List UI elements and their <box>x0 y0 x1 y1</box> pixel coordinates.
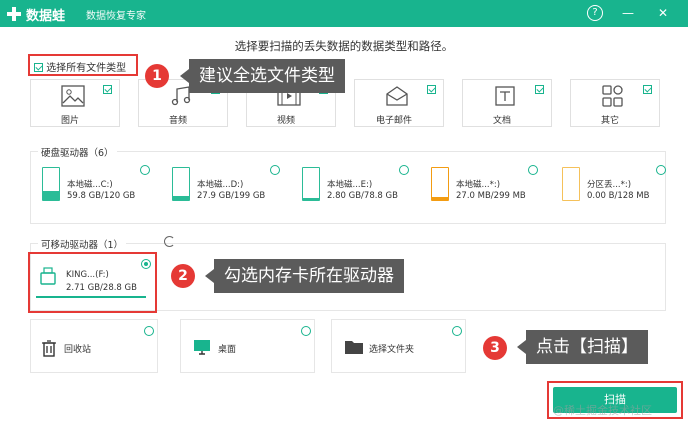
close-button[interactable]: ✕ <box>655 5 671 21</box>
checkbox-icon[interactable] <box>643 85 652 94</box>
step-badge-1: 1 <box>145 64 169 88</box>
file-type-email[interactable]: 电子邮件 <box>354 79 444 127</box>
annotation-callout-1: 建议全选文件类型 <box>180 59 345 93</box>
drive-icon <box>302 167 320 201</box>
location-radio[interactable] <box>301 326 311 336</box>
drive-name: 本地磁...*:) <box>456 180 501 190</box>
title-bar: 数据蛙 数据恢复专家 ? — ✕ <box>0 0 688 27</box>
drive-radio[interactable] <box>270 165 280 175</box>
drive-icon <box>562 167 580 201</box>
file-type-images[interactable]: 图片 <box>30 79 120 127</box>
highlight-box-removable <box>28 252 157 313</box>
file-type-label: 图片 <box>60 116 79 126</box>
others-icon <box>602 85 623 107</box>
refresh-icon[interactable] <box>164 236 175 247</box>
drive-size: 27.0 MB/299 MB <box>456 191 526 201</box>
file-type-label: 视频 <box>276 116 295 126</box>
drive-icon <box>172 167 190 201</box>
highlight-box-select-all <box>28 54 138 76</box>
location-label: 桌面 <box>218 345 237 355</box>
drive-size: 27.9 GB/199 GB <box>197 191 266 201</box>
file-type-label: 其它 <box>600 116 619 126</box>
logo-icon <box>7 7 21 21</box>
drive-radio[interactable] <box>399 165 409 175</box>
mail-icon <box>386 86 408 106</box>
drive-size: 2.80 GB/78.8 GB <box>327 191 398 201</box>
file-type-others[interactable]: 其它 <box>570 79 660 127</box>
drive-size: 59.8 GB/120 GB <box>67 191 136 201</box>
file-type-documents[interactable]: 文档 <box>462 79 552 127</box>
app-subtitle: 数据恢复专家 <box>86 11 146 22</box>
recycle-bin-icon <box>42 340 56 357</box>
drive-name: 本地磁...E:) <box>327 180 373 190</box>
app-name: 数据蛙 <box>26 9 66 24</box>
desktop-icon <box>194 340 210 355</box>
file-type-label: 音频 <box>168 116 187 126</box>
drive-name: 本地磁...C:) <box>67 180 113 190</box>
checkbox-icon[interactable] <box>535 85 544 94</box>
location-desktop[interactable]: 桌面 <box>180 319 315 373</box>
annotation-callout-3: 点击【扫描】 <box>517 330 648 364</box>
annotation-callout-2: 勾选内存卡所在驱动器 <box>205 259 404 293</box>
watermark: @稀土掘金技术社区 <box>553 404 652 417</box>
folder-icon <box>345 341 363 354</box>
help-button[interactable]: ? <box>587 5 603 21</box>
file-type-label: 文档 <box>492 116 511 126</box>
location-radio[interactable] <box>452 326 462 336</box>
step-badge-2: 2 <box>171 264 195 288</box>
drive-size: 0.00 B/128 MB <box>587 191 650 201</box>
drive-icon <box>431 167 449 201</box>
location-label: 回收站 <box>64 345 92 355</box>
image-icon <box>61 85 85 107</box>
file-type-label: 电子邮件 <box>375 116 412 126</box>
drive-name: 本地磁...D:) <box>197 180 244 190</box>
removable-title: 可移动驱动器（1） <box>38 237 127 251</box>
drive-icon <box>42 167 60 201</box>
location-radio[interactable] <box>144 326 154 336</box>
drive-name: 分区丢...*:) <box>587 180 632 190</box>
location-label: 选择文件夹 <box>369 345 415 355</box>
document-icon <box>495 86 515 106</box>
checkbox-icon[interactable] <box>103 85 112 94</box>
hard-drives-title: 硬盘驱动器（6） <box>38 145 117 159</box>
drive-radio[interactable] <box>656 165 666 175</box>
drive-radio[interactable] <box>528 165 538 175</box>
checkbox-icon[interactable] <box>427 85 436 94</box>
instruction-text: 选择要扫描的丢失数据的数据类型和路径。 <box>234 39 454 53</box>
location-recycle-bin[interactable]: 回收站 <box>30 319 158 373</box>
minimize-button[interactable]: — <box>620 5 636 21</box>
location-select-folder[interactable]: 选择文件夹 <box>331 319 466 373</box>
step-badge-3: 3 <box>483 336 507 360</box>
drive-radio[interactable] <box>140 165 150 175</box>
